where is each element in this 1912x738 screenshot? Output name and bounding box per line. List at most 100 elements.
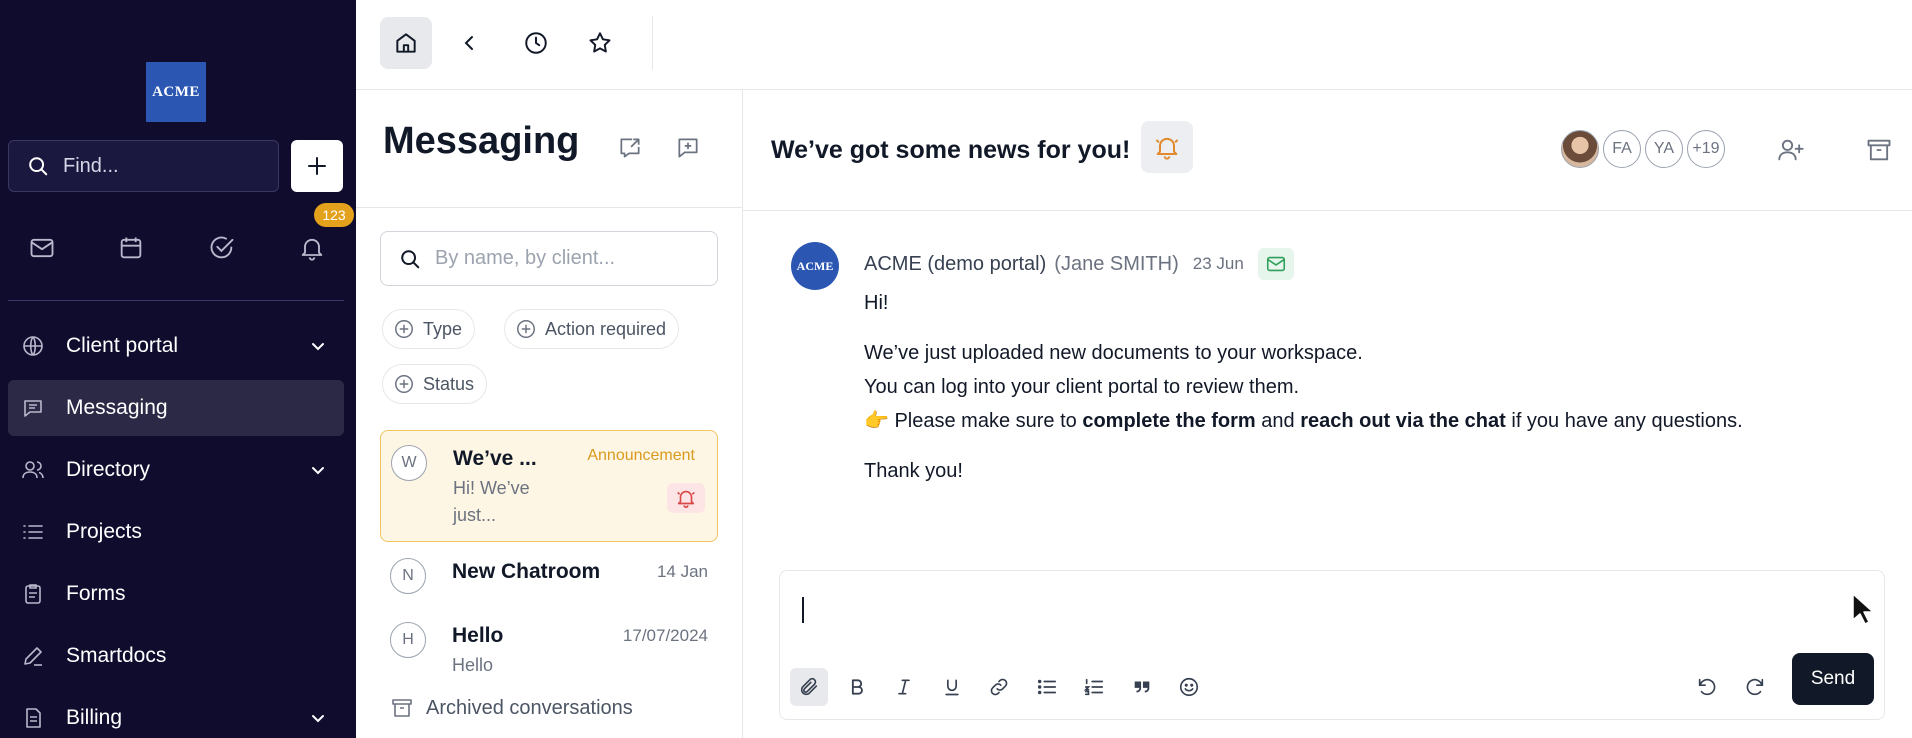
member-avatar-photo: [1561, 130, 1599, 168]
archived-conversations-link[interactable]: Archived conversations: [390, 696, 633, 720]
underline-button[interactable]: [933, 668, 971, 706]
conversation-list: Messaging By name, by client... Type Act…: [356, 90, 743, 738]
conversation-title: We’ve ...: [453, 447, 537, 470]
plus-circle-icon: [393, 373, 415, 395]
new-announcement-button[interactable]: [614, 132, 646, 164]
pen-icon: [20, 643, 46, 669]
sidebar-divider: [8, 300, 344, 301]
search-placeholder: By name, by client...: [435, 247, 616, 269]
bold-button[interactable]: [838, 668, 876, 706]
new-message-icon: [675, 135, 701, 161]
history-button[interactable]: [510, 17, 562, 69]
sidebar-item-label: Client portal: [66, 334, 179, 357]
message-composer[interactable]: Send: [779, 570, 1885, 720]
topbar-divider: [652, 16, 653, 70]
attach-button[interactable]: [790, 668, 828, 706]
member-count: +19: [1687, 130, 1725, 168]
conversation-item[interactable]: H Hello 17/07/2024 Hello: [380, 612, 718, 688]
sidebar-item-directory[interactable]: Directory: [8, 442, 344, 498]
star-icon: [587, 30, 613, 56]
search-icon: [399, 248, 421, 270]
page-title: Messaging: [383, 120, 580, 162]
task-check-icon[interactable]: [204, 230, 240, 266]
sidebar-item-projects[interactable]: Projects: [8, 504, 344, 560]
quote-button[interactable]: [1123, 668, 1161, 706]
link-button[interactable]: [980, 668, 1018, 706]
chevron-down-icon: [306, 334, 330, 358]
sidebar-item-label: Messaging: [66, 396, 168, 419]
chat-members[interactable]: FA YA +19: [1561, 130, 1729, 168]
send-button[interactable]: Send: [1792, 653, 1874, 705]
message-person: (Jane SMITH): [1054, 252, 1179, 275]
alert-bell-badge: [667, 483, 705, 513]
acme-logo[interactable]: ACME: [146, 62, 206, 122]
message-text: and: [1255, 410, 1301, 432]
announcement-tag: Announcement: [587, 447, 695, 464]
sender-avatar-text: ACME: [796, 258, 834, 273]
mail-icon[interactable]: [24, 230, 60, 266]
home-button[interactable]: [380, 17, 432, 69]
conversation-title: Hello: [452, 624, 504, 647]
undo-button[interactable]: [1688, 668, 1726, 706]
italic-button[interactable]: [885, 668, 923, 706]
redo-button[interactable]: [1736, 668, 1774, 706]
mail-icon: [1265, 253, 1287, 275]
conversation-date: 17/07/2024: [622, 626, 708, 645]
sidebar-item-smartdocs[interactable]: Smartdocs: [8, 628, 344, 684]
italic-icon: [894, 677, 914, 697]
text-caret: [802, 597, 804, 623]
conversation-item[interactable]: N New Chatroom 14 Jan: [380, 548, 718, 606]
sidebar-item-billing[interactable]: Billing: [8, 690, 344, 738]
smiley-icon: [1178, 676, 1200, 698]
top-bar: [356, 0, 1912, 90]
sidebar-item-messaging[interactable]: Messaging: [8, 380, 344, 436]
filter-status[interactable]: Status: [382, 364, 488, 404]
chevron-down-icon: [306, 458, 330, 482]
sidebar-item-client-portal[interactable]: Client portal: [8, 318, 344, 374]
sidebar-item-forms[interactable]: Forms: [8, 566, 344, 622]
favorites-button[interactable]: [574, 17, 626, 69]
archive-button[interactable]: [1863, 134, 1895, 166]
conversation-search-input[interactable]: By name, by client...: [380, 231, 718, 286]
announcement-bell-button[interactable]: [1141, 121, 1193, 173]
numbered-list-button[interactable]: [1075, 668, 1113, 706]
sidebar-item-label: Directory: [66, 458, 151, 481]
globe-icon: [20, 333, 46, 359]
clipboard-icon: [20, 581, 46, 607]
message-sender: ACME (demo portal): [864, 252, 1047, 275]
back-button[interactable]: [444, 17, 496, 69]
emoji-button[interactable]: [1170, 668, 1208, 706]
archive-icon: [390, 696, 414, 720]
share-message-icon: [617, 135, 643, 161]
chevron-down-icon: [306, 706, 330, 730]
member-avatar: YA: [1645, 130, 1683, 168]
document-icon: [20, 705, 46, 731]
new-message-button[interactable]: [672, 132, 704, 164]
conversation-avatar: H: [390, 622, 426, 658]
conversation-preview: Hi! We’ve just...: [453, 478, 530, 525]
message-bold-text: complete the form: [1082, 410, 1256, 432]
bell-icon[interactable]: [294, 230, 330, 266]
message-line: 👉 Please make sure to complete the form …: [864, 404, 1884, 438]
message-greeting: Hi!: [864, 292, 889, 314]
bell-icon: [675, 487, 697, 509]
conversation-avatar: W: [391, 445, 427, 481]
sidebar-nav: Client portal Messaging Directory Projec…: [8, 318, 344, 738]
calendar-icon[interactable]: [113, 230, 149, 266]
conversation-date: 14 Jan: [656, 562, 708, 581]
chat-header: We’ve got some news for you! FA YA +19: [743, 90, 1912, 211]
notifications-badge: 123: [314, 203, 354, 227]
filter-type[interactable]: Type: [382, 309, 476, 349]
filter-label: Action required: [545, 318, 667, 339]
message-date: 23 Jun: [1192, 254, 1244, 273]
message-closing: Thank you!: [864, 460, 963, 482]
find-input[interactable]: Find...: [8, 140, 279, 192]
filter-action-required[interactable]: Action required: [504, 309, 680, 349]
message-icon: [20, 395, 46, 421]
add-button[interactable]: [291, 140, 343, 192]
conversation-preview: Hello: [452, 655, 494, 675]
bullet-list-button[interactable]: [1028, 668, 1066, 706]
conversation-item-selected[interactable]: W We’ve ... Announcement Hi! We’ve just.…: [380, 430, 718, 542]
paperclip-icon: [798, 676, 820, 698]
add-member-button[interactable]: [1775, 134, 1807, 166]
